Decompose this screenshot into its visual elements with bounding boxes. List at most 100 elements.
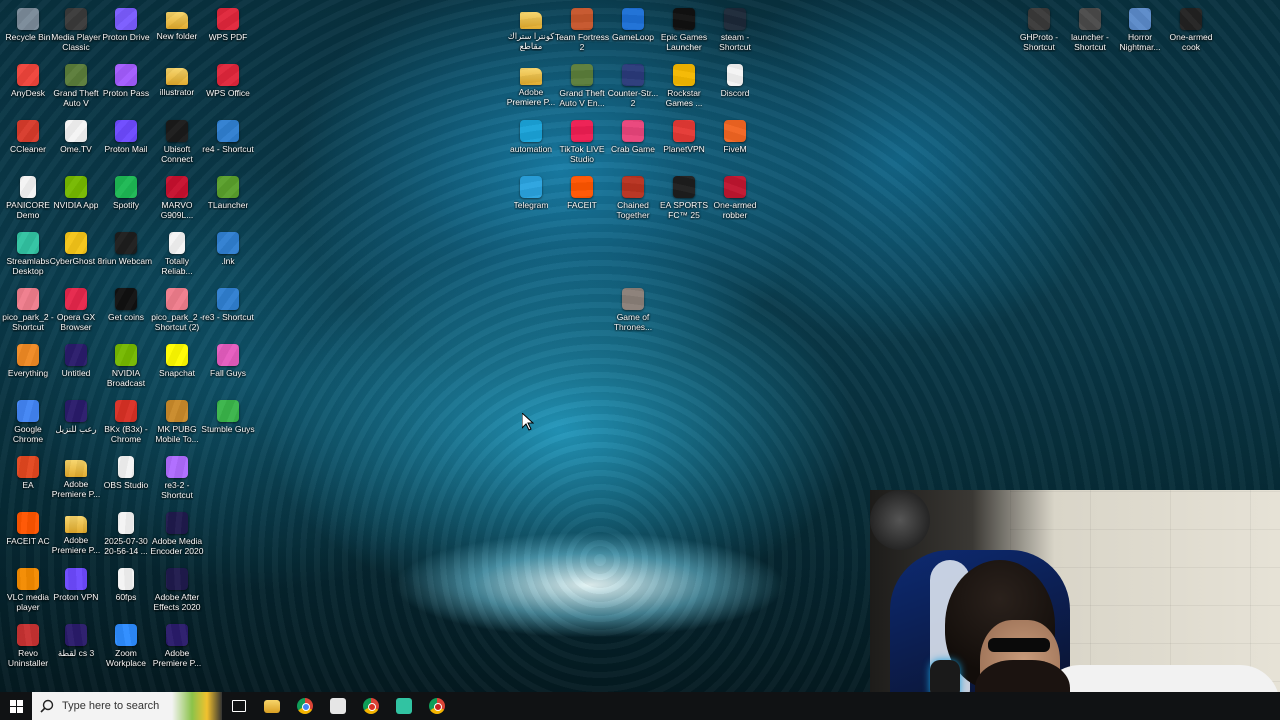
desktop-icon[interactable]: MARVO G909L... xyxy=(149,172,205,226)
desktop-icon[interactable]: NVIDIA App xyxy=(48,172,104,226)
desktop-icon[interactable]: Game of Thrones... xyxy=(605,284,661,338)
got-icon xyxy=(622,288,644,310)
ghproto-icon xyxy=(1028,8,1050,30)
desktop-icon[interactable]: pico_park_2 - Shortcut (2) xyxy=(149,284,205,338)
desktop-icon[interactable]: لقطة cs 3 xyxy=(48,620,104,674)
desktop-icon[interactable]: One-armed robber xyxy=(707,172,763,226)
task-view-icon xyxy=(231,700,246,712)
tlauncher-icon xyxy=(217,176,239,198)
desktop-icon[interactable]: Adobe Premiere P... xyxy=(48,508,104,562)
desktop-icon[interactable]: One-armed cook xyxy=(1163,4,1219,58)
desktop-icon[interactable]: CyberGhost 8 xyxy=(48,228,104,282)
desktop-icon-label: OBS Studio xyxy=(103,480,149,490)
desktop-icon[interactable]: Epic Games Launcher xyxy=(656,4,712,58)
wps-office-icon xyxy=(217,64,239,86)
taskbar-app[interactable] xyxy=(222,692,255,720)
desktop-icon[interactable]: Proton Mail xyxy=(98,116,154,170)
desktop-icon[interactable]: Adobe After Effects 2020 xyxy=(149,564,205,618)
desktop-icon[interactable]: Opera GX Browser xyxy=(48,284,104,338)
desktop-icon[interactable]: Counter-Str... 2 xyxy=(605,60,661,114)
search-highlight-image xyxy=(172,692,222,720)
proton-pass-icon xyxy=(115,64,137,86)
desktop-icon[interactable]: New folder xyxy=(149,4,205,58)
wps-pdf-icon xyxy=(217,8,239,30)
desktop-icon[interactable]: Get coins xyxy=(98,284,154,338)
desktop-icon[interactable]: Fall Guys xyxy=(200,340,256,394)
desktop-icon[interactable]: OBS Studio xyxy=(98,452,154,506)
tiktok-icon xyxy=(571,120,593,142)
desktop-icon[interactable]: Horror Nightmar... xyxy=(1112,4,1168,58)
desktop-icon[interactable]: WPS Office xyxy=(200,60,256,114)
desktop-icon[interactable]: Iriun Webcam xyxy=(98,228,154,282)
desktop-icon-label: Counter-Str... 2 xyxy=(607,88,659,108)
desktop-icon[interactable]: Adobe Premiere P... xyxy=(48,452,104,506)
taskbar-app[interactable] xyxy=(288,692,321,720)
desktop-icon-label: Horror Nightmar... xyxy=(1119,32,1161,52)
desktop-icon[interactable]: Spotify xyxy=(98,172,154,226)
desktop-icon[interactable]: Rockstar Games ... xyxy=(656,60,712,114)
desktop-icon[interactable]: Team Fortress 2 xyxy=(554,4,610,58)
taskbar-app[interactable] xyxy=(354,692,387,720)
taskbar-app[interactable] xyxy=(387,692,420,720)
desktop-icon-label: Proton Drive xyxy=(102,32,150,42)
desktop-icon[interactable]: automation xyxy=(503,116,559,170)
desktop-icon[interactable]: Crab Game xyxy=(605,116,661,170)
desktop-icon[interactable]: Proton VPN xyxy=(48,564,104,618)
desktop-icon[interactable]: كونترا ستراك مقاطع xyxy=(503,4,559,58)
desktop-icon[interactable]: Totally Reliab... xyxy=(149,228,205,282)
desktop-icon-label: One-armed robber xyxy=(713,200,757,220)
desktop-icon[interactable]: رعب للنزيل xyxy=(48,396,104,450)
desktop-icon[interactable]: Media Player Classic xyxy=(48,4,104,58)
taskbar-search-box[interactable]: Type here to search xyxy=(32,692,222,720)
desktop-icon[interactable]: GameLoop xyxy=(605,4,661,58)
desktop-icon[interactable]: FACEIT xyxy=(554,172,610,226)
desktop-icon[interactable]: WPS PDF xyxy=(200,4,256,58)
folder-icon xyxy=(166,68,188,85)
desktop-icon[interactable]: TLauncher xyxy=(200,172,256,226)
desktop-icon[interactable]: launcher - Shortcut xyxy=(1062,4,1118,58)
desktop-icon[interactable]: 60fps xyxy=(98,564,154,618)
start-button[interactable] xyxy=(0,692,32,720)
desktop-icon[interactable]: Ubisoft Connect xyxy=(149,116,205,170)
taskbar-app[interactable] xyxy=(321,692,354,720)
desktop-icon[interactable]: Discord xyxy=(707,60,763,114)
taskbar-app[interactable] xyxy=(420,692,453,720)
desktop-icon[interactable]: MK PUBG Mobile To... xyxy=(149,396,205,450)
desktop-icon[interactable]: Grand Theft Auto V xyxy=(48,60,104,114)
desktop-icon[interactable]: Zoom Workplace xyxy=(98,620,154,674)
desktop-icon[interactable]: BKx (B3x) - Chrome xyxy=(98,396,154,450)
desktop-icon[interactable]: Chained Together xyxy=(605,172,661,226)
desktop-icon[interactable]: Adobe Premiere P... xyxy=(503,60,559,114)
desktop-icon[interactable]: FiveM xyxy=(707,116,763,170)
desktop-icon-label: TLauncher xyxy=(207,200,249,210)
file-explorer-icon xyxy=(263,699,280,713)
desktop-icon[interactable]: Ome.TV xyxy=(48,116,104,170)
desktop-icon-label: Everything xyxy=(7,368,49,378)
file-icon xyxy=(118,456,134,478)
pico-park-icon xyxy=(166,288,188,310)
desktop-icon[interactable]: Proton Pass xyxy=(98,60,154,114)
desktop-icon[interactable]: illustrator xyxy=(149,60,205,114)
desktop-icon[interactable]: Grand Theft Auto V En... xyxy=(554,60,610,114)
desktop-icon-label: TikTok LIVE Studio xyxy=(559,144,605,164)
desktop-icon[interactable]: Snapchat xyxy=(149,340,205,394)
desktop-icon[interactable]: Adobe Media Encoder 2020 xyxy=(149,508,205,562)
desktop-icon[interactable]: 2025-07-30 20-56-14 ... xyxy=(98,508,154,562)
desktop-icon[interactable]: PlanetVPN xyxy=(656,116,712,170)
desktop-icon[interactable]: NVIDIA Broadcast xyxy=(98,340,154,394)
desktop-icon[interactable]: re4 - Shortcut xyxy=(200,116,256,170)
desktop-icon[interactable]: steam - Shortcut xyxy=(707,4,763,58)
desktop-icon[interactable]: .lnk xyxy=(200,228,256,282)
desktop-icon[interactable]: re3-2 - Shortcut xyxy=(149,452,205,506)
desktop-icon[interactable]: Stumble Guys xyxy=(200,396,256,450)
desktop-icon[interactable]: re3 - Shortcut xyxy=(200,284,256,338)
desktop-icon[interactable]: Adobe Premiere P... xyxy=(149,620,205,674)
desktop-icon[interactable]: Telegram xyxy=(503,172,559,226)
desktop-icon[interactable]: GHProto - Shortcut xyxy=(1011,4,1067,58)
desktop-icon[interactable]: Untitled xyxy=(48,340,104,394)
desktop-icon[interactable]: EA SPORTS FC™ 25 xyxy=(656,172,712,226)
taskbar-app[interactable] xyxy=(255,692,288,720)
desktop-icon[interactable]: TikTok LIVE Studio xyxy=(554,116,610,170)
desktop-icon[interactable]: Proton Drive xyxy=(98,4,154,58)
desktop-icon-label: Chained Together xyxy=(616,200,650,220)
